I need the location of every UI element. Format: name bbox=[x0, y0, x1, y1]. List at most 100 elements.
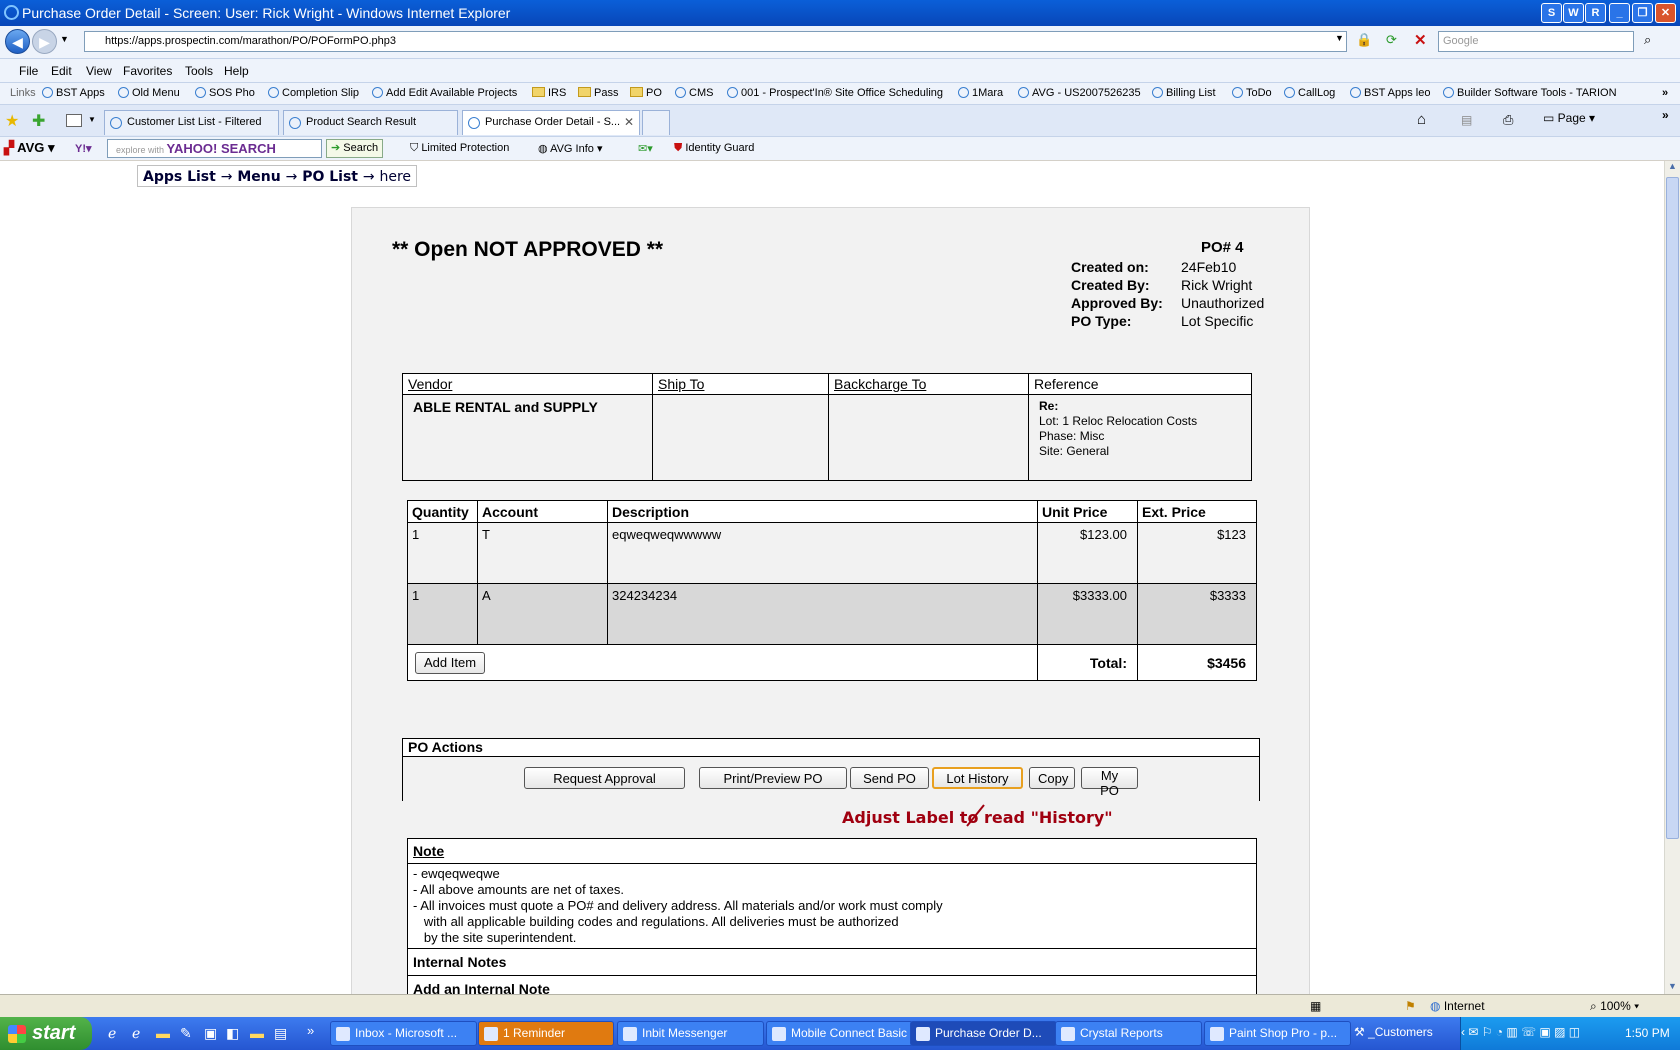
print-icon[interactable]: ⎙ bbox=[1503, 112, 1513, 128]
tab-purchase-order[interactable]: Purchase Order Detail - S... ✕ bbox=[462, 110, 640, 135]
zoom-level[interactable]: ⌕ 100% ▾ bbox=[1590, 999, 1639, 1014]
menu-tools[interactable]: Tools bbox=[185, 64, 213, 78]
scroll-thumb[interactable] bbox=[1666, 177, 1679, 839]
close-tab-icon[interactable]: ✕ bbox=[624, 111, 634, 134]
toolbar-r-icon[interactable]: R bbox=[1585, 3, 1606, 23]
vendor-header[interactable]: Vendor bbox=[402, 373, 653, 395]
vertical-scrollbar[interactable]: ▲ ▼ bbox=[1664, 161, 1680, 994]
search-button[interactable]: ➔ Search bbox=[326, 139, 384, 158]
link-item[interactable]: Builder Software Tools - TARION bbox=[1443, 87, 1617, 99]
menu-help[interactable]: Help bbox=[224, 64, 249, 78]
link-item[interactable]: IRS bbox=[532, 87, 566, 99]
link-item[interactable]: Old Menu bbox=[118, 87, 180, 99]
task-inbit-messenger[interactable]: Inbit Messenger bbox=[617, 1021, 764, 1046]
breadcrumb-menu[interactable]: Menu bbox=[237, 169, 280, 185]
task-inbox[interactable]: Inbox - Microsoft ... bbox=[330, 1021, 477, 1046]
backcharge-header[interactable]: Backcharge To bbox=[828, 373, 1029, 395]
link-item[interactable]: Billing List bbox=[1152, 87, 1216, 99]
quicklaunch-ie2-icon[interactable]: ℯ bbox=[132, 1025, 140, 1042]
back-icon[interactable]: ◀ bbox=[5, 29, 30, 54]
task-paint-shop-pro[interactable]: Paint Shop Pro - p... bbox=[1204, 1021, 1351, 1046]
page-menu[interactable]: ▭ Page ▾ bbox=[1543, 111, 1595, 125]
address-input[interactable]: https://apps.prospectin.com/marathon/PO/… bbox=[84, 31, 1347, 52]
quicklaunch-doc-icon[interactable]: ▤ bbox=[274, 1025, 287, 1042]
customers-toolbar[interactable]: ⚒ _Customers bbox=[1354, 1025, 1433, 1039]
identity-guard[interactable]: ⛊ Identity Guard bbox=[674, 142, 754, 155]
tab-product-search[interactable]: Product Search Result bbox=[283, 110, 458, 135]
toolbar-s-icon[interactable]: S bbox=[1541, 3, 1562, 23]
tab-list-dropdown-icon[interactable]: ▼ bbox=[88, 115, 96, 124]
search-icon[interactable]: ⌕ bbox=[1644, 32, 1651, 48]
scroll-up-icon[interactable]: ▲ bbox=[1668, 161, 1677, 171]
avg-info-menu[interactable]: ◍ AVG Info ▾ bbox=[538, 142, 602, 155]
breadcrumb-apps-list[interactable]: Apps List bbox=[143, 169, 216, 185]
link-item[interactable]: Pass bbox=[578, 87, 618, 99]
avg-menu[interactable]: ▞ AVG ▾ bbox=[4, 140, 55, 156]
yahoo-search-input[interactable]: explore with YAHOO! SEARCH bbox=[107, 139, 322, 158]
mail-icon[interactable]: ✉▾ bbox=[638, 142, 653, 155]
link-item[interactable]: AVG - US2007526235 bbox=[1018, 87, 1141, 99]
send-po-button[interactable]: Send PO bbox=[850, 767, 929, 789]
task-reminder[interactable]: 1 Reminder bbox=[478, 1021, 614, 1046]
close-button[interactable]: ✕ bbox=[1655, 3, 1676, 23]
add-internal-note[interactable]: Add an Internal Note bbox=[408, 975, 1256, 994]
lock-icon[interactable]: 🔒 bbox=[1356, 32, 1372, 48]
toolbar-w-icon[interactable]: W bbox=[1563, 3, 1584, 23]
chevron-more-icon[interactable]: » bbox=[1662, 108, 1669, 122]
task-purchase-order[interactable]: Purchase Order D... bbox=[910, 1021, 1057, 1046]
link-item[interactable]: BST Apps leo bbox=[1350, 87, 1430, 99]
quicklaunch-more-icon[interactable]: » bbox=[307, 1023, 314, 1038]
new-tab-button[interactable] bbox=[642, 110, 670, 135]
menu-edit[interactable]: Edit bbox=[51, 64, 72, 78]
search-input[interactable]: Google bbox=[1438, 31, 1634, 52]
limited-protection[interactable]: ⛉ Limited Protection bbox=[410, 142, 509, 155]
quicklaunch-fp-icon[interactable]: ◧ bbox=[226, 1025, 239, 1042]
link-item[interactable]: 001 - Prospect'In® Site Office Schedulin… bbox=[727, 87, 943, 99]
my-po-button[interactable]: My PO bbox=[1081, 767, 1138, 798]
address-dropdown-icon[interactable]: ▼ bbox=[1335, 33, 1344, 43]
quick-tabs-icon[interactable] bbox=[66, 114, 82, 127]
maximize-button[interactable]: ❐ bbox=[1632, 3, 1653, 23]
task-mobile-connect[interactable]: Mobile Connect Basic bbox=[766, 1021, 913, 1046]
favorites-star-icon[interactable]: ★ bbox=[5, 111, 19, 131]
link-item[interactable]: PO bbox=[630, 87, 662, 99]
request-approval-button[interactable]: Request Approval bbox=[524, 767, 685, 789]
quicklaunch-folder-icon[interactable]: ▬ bbox=[156, 1025, 170, 1041]
menu-view[interactable]: View bbox=[86, 64, 112, 78]
link-item[interactable]: BST Apps bbox=[42, 87, 105, 99]
refresh-icon[interactable]: ⟳ bbox=[1386, 32, 1397, 48]
history-dropdown-icon[interactable]: ▼ bbox=[60, 34, 69, 44]
link-item[interactable]: SOS Pho bbox=[195, 87, 255, 99]
menu-file[interactable]: File bbox=[19, 64, 38, 78]
minimize-button[interactable]: _ bbox=[1609, 3, 1630, 23]
add-favorite-icon[interactable]: ✚ bbox=[32, 111, 45, 131]
link-item[interactable]: ToDo bbox=[1232, 87, 1272, 99]
home-icon[interactable]: ⌂ bbox=[1417, 111, 1426, 128]
note-header[interactable]: Note bbox=[408, 839, 1256, 864]
link-item[interactable]: Completion Slip bbox=[268, 87, 359, 99]
ship-to-header[interactable]: Ship To bbox=[652, 373, 829, 395]
copy-button[interactable]: Copy bbox=[1029, 767, 1075, 789]
quicklaunch-tool-icon[interactable]: ✎ bbox=[180, 1025, 192, 1042]
table-row[interactable]: 1 A 324234234 $3333.00 $3333 bbox=[407, 583, 1257, 645]
scroll-down-icon[interactable]: ▼ bbox=[1668, 981, 1677, 991]
quicklaunch-folder2-icon[interactable]: ▬ bbox=[250, 1025, 264, 1041]
breadcrumb-po-list[interactable]: PO List bbox=[302, 169, 358, 185]
quicklaunch-app-icon[interactable]: ▣ bbox=[204, 1025, 217, 1042]
chevron-more-icon[interactable]: » bbox=[1662, 87, 1668, 99]
link-item[interactable]: 1Mara bbox=[958, 87, 1003, 99]
feeds-icon[interactable]: ▤ bbox=[1461, 113, 1472, 127]
link-item[interactable]: CallLog bbox=[1284, 87, 1335, 99]
link-item[interactable]: CMS bbox=[675, 87, 713, 99]
lot-history-button[interactable]: Lot History bbox=[932, 767, 1023, 789]
tab-customer-list[interactable]: Customer List List - Filtered bbox=[104, 110, 279, 135]
task-crystal-reports[interactable]: Crystal Reports bbox=[1055, 1021, 1202, 1046]
add-item-button[interactable]: Add Item bbox=[415, 651, 486, 674]
start-button[interactable]: start bbox=[0, 1017, 92, 1050]
stop-icon[interactable]: ✕ bbox=[1414, 31, 1427, 49]
table-row[interactable]: 1 T eqweqweqwwwww $123.00 $123 bbox=[407, 522, 1257, 584]
tray-icons[interactable]: ‹ ✉ ⚐ ◔ ▥ ☏ ▣ ▨ ◫ bbox=[1461, 1025, 1580, 1039]
forward-icon[interactable]: ▶ bbox=[32, 29, 57, 54]
quicklaunch-ie-icon[interactable]: ℯ bbox=[108, 1025, 116, 1042]
menu-favorites[interactable]: Favorites bbox=[123, 64, 172, 78]
